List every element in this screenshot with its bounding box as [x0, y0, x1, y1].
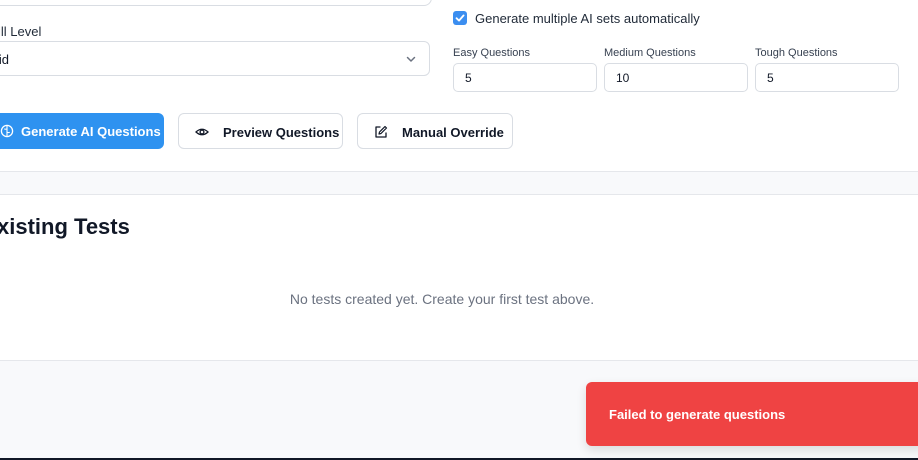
- edit-icon: [375, 125, 388, 138]
- medium-questions-label: Medium Questions: [604, 47, 696, 59]
- skill-level-select[interactable]: Mid: [0, 41, 430, 76]
- error-toast-message: Failed to generate questions: [609, 407, 786, 422]
- generate-ai-questions-button[interactable]: Generate AI Questions: [0, 113, 164, 149]
- empty-state-message: No tests created yet. Create your first …: [289, 291, 595, 307]
- auto-sets-checkbox[interactable]: [453, 11, 467, 25]
- eye-icon: [195, 128, 209, 136]
- tough-questions-input[interactable]: 5: [755, 63, 899, 92]
- existing-tests-card: [0, 194, 918, 361]
- existing-tests-heading: xisting Tests: [0, 214, 130, 239]
- brain-icon: [0, 124, 14, 138]
- easy-questions-label: Easy Questions: [453, 47, 531, 59]
- skill-level-value: Mid: [0, 52, 9, 67]
- title-input[interactable]: [0, 0, 432, 6]
- error-toast[interactable]: Failed to generate questions: [586, 382, 918, 446]
- auto-sets-label: Generate multiple AI sets automatically: [475, 11, 700, 26]
- manual-override-button[interactable]: Manual Override: [357, 113, 513, 149]
- easy-questions-input[interactable]: 5: [453, 63, 597, 92]
- preview-questions-button[interactable]: Preview Questions: [178, 113, 343, 149]
- check-icon: [455, 14, 465, 22]
- preview-questions-label: Preview Questions: [223, 125, 340, 140]
- skill-level-label: ill Level: [0, 24, 42, 39]
- medium-questions-input[interactable]: 10: [604, 63, 748, 92]
- chevron-down-icon: [406, 56, 416, 62]
- generate-ai-questions-label: Generate AI Questions: [21, 124, 161, 139]
- tough-questions-label: Tough Questions: [755, 47, 838, 59]
- manual-override-label: Manual Override: [402, 125, 504, 140]
